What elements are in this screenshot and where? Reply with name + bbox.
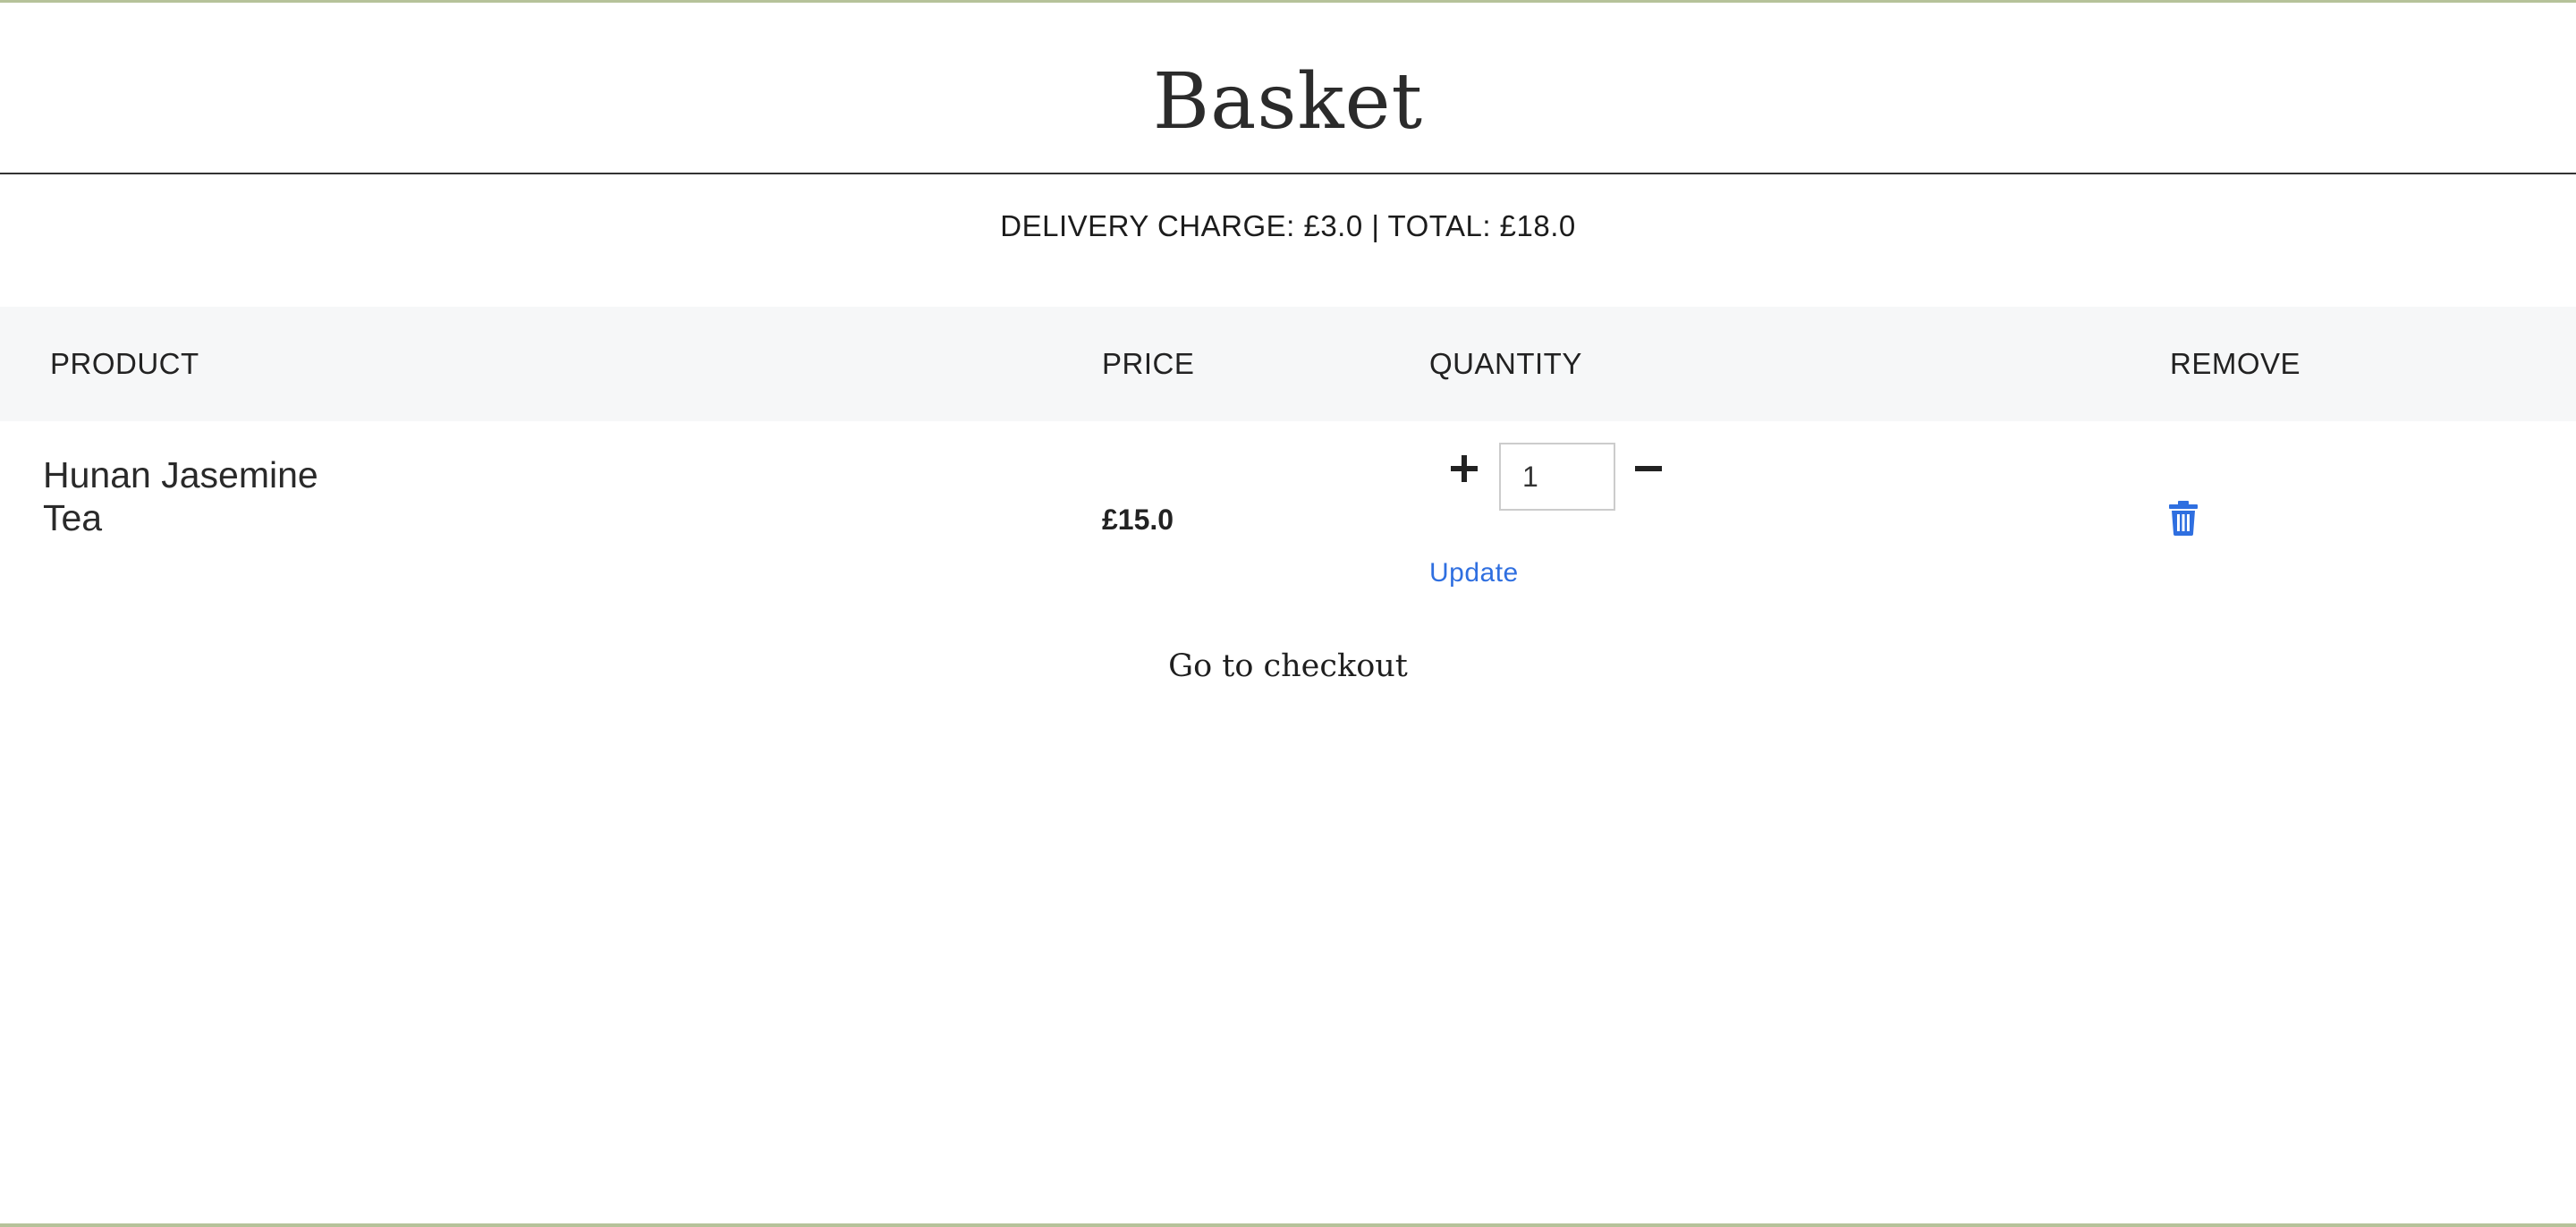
update-quantity-link[interactable]: Update: [1429, 554, 1519, 593]
column-header-remove: REMOVE: [2170, 347, 2301, 380]
column-header-product: PRODUCT: [50, 347, 199, 380]
table-header: PRODUCT PRICE QUANTITY REMOVE: [0, 307, 2576, 421]
basket-summary: DELIVERY CHARGE: £3.0 | TOTAL: £18.0: [1000, 209, 1576, 242]
basket-item-row: Hunan Jasemine Tea £15.0 Update: [0, 421, 2576, 618]
go-to-checkout-link[interactable]: Go to checkout: [1168, 648, 1408, 684]
plus-icon[interactable]: [1442, 446, 1487, 491]
column-header-quantity: QUANTITY: [1429, 347, 1582, 380]
plus-icon-glyph: [1451, 455, 1478, 482]
minus-icon[interactable]: [1626, 446, 1671, 491]
product-price: £15.0: [1102, 503, 1174, 536]
quantity-input[interactable]: [1499, 443, 1615, 511]
page-title: Basket: [1152, 57, 1424, 147]
minus-icon-glyph: [1635, 466, 1662, 471]
product-name: Hunan Jasemine Tea: [43, 453, 419, 539]
trash-icon-glyph: [2169, 501, 2198, 536]
product-name-line: Tea: [43, 497, 103, 538]
checkout-link-container: Go to checkout: [0, 645, 2576, 688]
page-header: Basket: [0, 3, 2576, 174]
product-name-line: Hunan Jasemine: [43, 454, 318, 495]
trash-icon[interactable]: [2168, 500, 2199, 536]
column-header-price: PRICE: [1102, 347, 1195, 380]
